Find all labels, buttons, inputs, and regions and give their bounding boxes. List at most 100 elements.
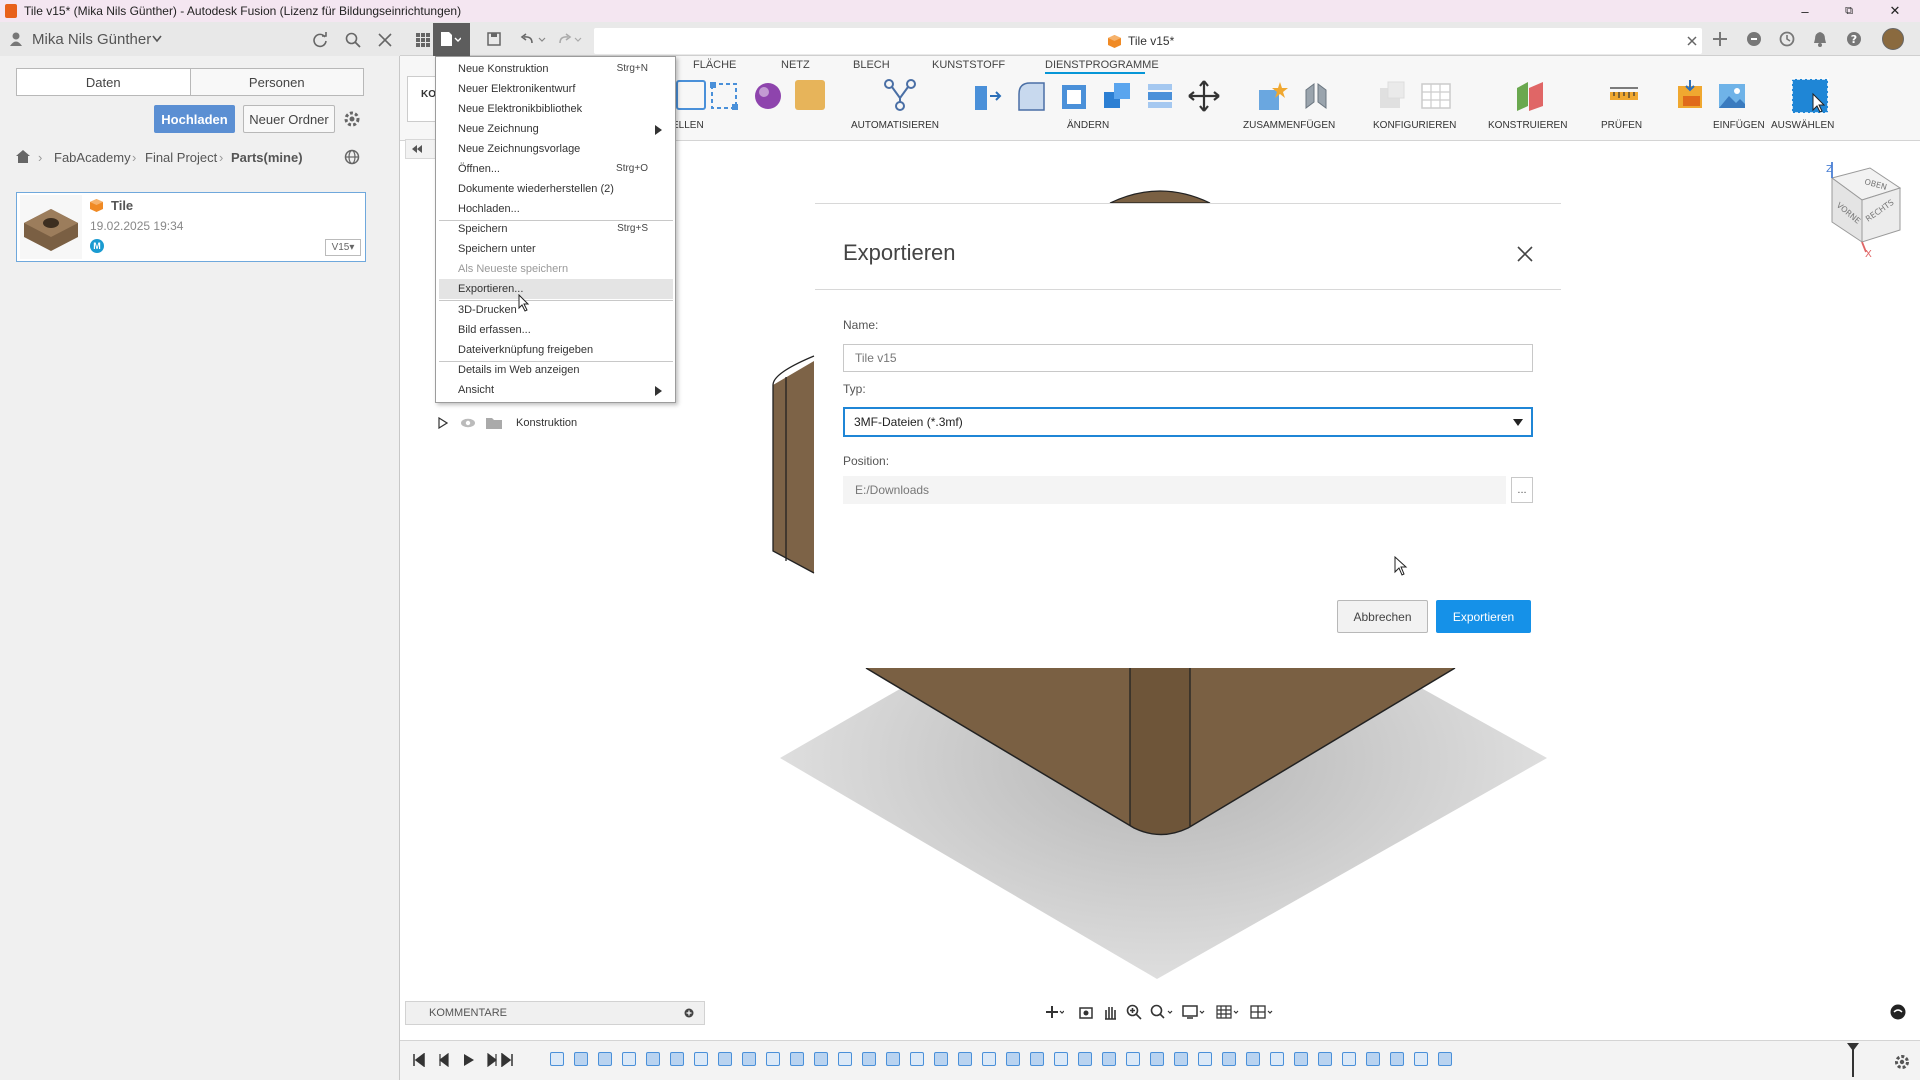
insert-svg-icon[interactable] bbox=[1674, 80, 1706, 112]
gear-icon[interactable] bbox=[343, 110, 361, 128]
version-dropdown[interactable]: V15 ▾ bbox=[325, 239, 361, 256]
user-avatar[interactable] bbox=[1882, 28, 1904, 50]
breadcrumb-final-project[interactable]: Final Project bbox=[145, 150, 217, 165]
cancel-button[interactable]: Abbrechen bbox=[1337, 600, 1428, 633]
viewports-icon[interactable] bbox=[1250, 1004, 1274, 1020]
select-icon[interactable] bbox=[1791, 78, 1829, 114]
timeline-feature-icon[interactable] bbox=[958, 1052, 972, 1066]
zoom-icon[interactable] bbox=[1126, 1004, 1142, 1020]
measure-icon[interactable] bbox=[1609, 86, 1639, 106]
decal-icon[interactable] bbox=[795, 80, 825, 110]
menu-item-export[interactable]: Exportieren... bbox=[439, 279, 673, 299]
timeline-feature-icon[interactable] bbox=[790, 1052, 804, 1066]
automate-icon[interactable] bbox=[883, 78, 917, 112]
extensions-icon[interactable] bbox=[1746, 31, 1762, 47]
timeline-feature-icon[interactable] bbox=[982, 1052, 996, 1066]
timeline-feature-icon[interactable] bbox=[1150, 1052, 1164, 1066]
menu-item-new-electronics-library[interactable]: Neue Elektronikbibliothek bbox=[458, 99, 668, 119]
timeline-feature-icon[interactable] bbox=[1102, 1052, 1116, 1066]
form-icon[interactable] bbox=[752, 80, 784, 112]
expand-arrow-icon[interactable] bbox=[438, 417, 448, 429]
add-comment-icon[interactable] bbox=[684, 1008, 694, 1018]
timeline-feature-icon[interactable] bbox=[766, 1052, 780, 1066]
menu-item-view[interactable]: Ansicht bbox=[458, 380, 668, 400]
press-pull-icon[interactable] bbox=[972, 80, 1002, 112]
offset-face-icon[interactable] bbox=[1145, 80, 1175, 112]
timeline-playback-controls[interactable] bbox=[412, 1053, 516, 1067]
job-status-icon[interactable] bbox=[1779, 31, 1795, 47]
timeline-feature-icon[interactable] bbox=[1270, 1052, 1284, 1066]
group-select-label[interactable]: AUSWÄHLEN bbox=[1771, 120, 1834, 131]
timeline-feature-icon[interactable] bbox=[694, 1052, 708, 1066]
timeline-feature-icon[interactable] bbox=[1054, 1052, 1068, 1066]
timeline-features[interactable] bbox=[550, 1047, 1855, 1075]
create-sketch-icon[interactable] bbox=[676, 80, 706, 110]
view-cube[interactable]: OBEN VORNE RECHTS Z X bbox=[1812, 160, 1912, 260]
menu-item-open[interactable]: Öffnen... Strg+O bbox=[458, 159, 668, 179]
new-folder-button[interactable]: Neuer Ordner bbox=[243, 105, 335, 133]
timeline-feature-icon[interactable] bbox=[1030, 1052, 1044, 1066]
file-name[interactable]: Tile bbox=[111, 198, 133, 213]
name-input[interactable]: Tile v15 bbox=[843, 344, 1533, 372]
home-icon[interactable] bbox=[16, 150, 30, 163]
breadcrumb-fabacademy[interactable]: FabAcademy bbox=[54, 150, 131, 165]
export-button[interactable]: Exportieren bbox=[1436, 600, 1531, 633]
grid-apps-icon[interactable] bbox=[416, 33, 430, 47]
timeline-feature-icon[interactable] bbox=[910, 1052, 924, 1066]
timeline-feature-icon[interactable] bbox=[1222, 1052, 1236, 1066]
menu-item-3d-print[interactable]: 3D-Drucken bbox=[458, 300, 668, 320]
menu-item-save[interactable]: Speichern Strg+S bbox=[458, 219, 668, 239]
group-inspect-label[interactable]: PRÜFEN bbox=[1601, 120, 1642, 131]
timeline-feature-icon[interactable] bbox=[814, 1052, 828, 1066]
group-create-label[interactable]: ELLEN bbox=[672, 120, 704, 131]
tab-dienstprogramme[interactable]: DIENSTPROGRAMME bbox=[1045, 59, 1159, 71]
new-tab-icon[interactable] bbox=[1712, 31, 1728, 47]
shell-icon[interactable] bbox=[1059, 80, 1089, 112]
timeline-feature-icon[interactable] bbox=[1078, 1052, 1092, 1066]
group-assemble-label[interactable]: ZUSAMMENFÜGEN bbox=[1243, 120, 1335, 131]
maximize-button[interactable]: ⧉ bbox=[1826, 0, 1872, 22]
timeline-feature-icon[interactable] bbox=[646, 1052, 660, 1066]
joint-icon[interactable] bbox=[1300, 80, 1332, 112]
notifications-bell-icon[interactable] bbox=[1813, 31, 1827, 47]
menu-item-recover-documents[interactable]: Dokumente wiederherstellen (2) bbox=[458, 179, 668, 199]
timeline-feature-icon[interactable] bbox=[742, 1052, 756, 1066]
tab-netz[interactable]: NETZ bbox=[781, 59, 810, 71]
insert-image-icon[interactable] bbox=[1716, 80, 1748, 112]
timeline-feature-icon[interactable] bbox=[1126, 1052, 1140, 1066]
menu-item-capture-image[interactable]: Bild erfassen... bbox=[458, 320, 668, 340]
visibility-eye-icon[interactable] bbox=[460, 418, 476, 428]
timeline-feature-icon[interactable] bbox=[1390, 1052, 1404, 1066]
configure-icon[interactable] bbox=[1376, 80, 1408, 112]
new-component-icon[interactable] bbox=[1256, 80, 1288, 112]
timeline-feature-icon[interactable] bbox=[1366, 1052, 1380, 1066]
menu-item-share-link[interactable]: Dateiverknüpfung freigeben bbox=[458, 340, 668, 360]
close-tab-icon[interactable] bbox=[1687, 36, 1697, 46]
menu-item-new-electronics-design[interactable]: Neuer Elektronikentwurf bbox=[458, 79, 668, 99]
timeline-feature-icon[interactable] bbox=[1006, 1052, 1020, 1066]
save-icon[interactable] bbox=[487, 32, 501, 46]
file-card-tile[interactable]: Tile 19.02.2025 19:34 M V15 ▾ bbox=[16, 192, 366, 262]
upload-button[interactable]: Hochladen bbox=[154, 105, 235, 133]
timeline-feature-icon[interactable] bbox=[1342, 1052, 1356, 1066]
timeline-feature-icon[interactable] bbox=[670, 1052, 684, 1066]
timeline-feature-icon[interactable] bbox=[1198, 1052, 1212, 1066]
user-name[interactable]: Mika Nils Günther bbox=[32, 31, 151, 48]
refresh-icon[interactable] bbox=[312, 32, 328, 48]
menu-item-save-as[interactable]: Speichern unter bbox=[458, 239, 668, 259]
minimize-button[interactable]: – bbox=[1782, 0, 1828, 22]
look-at-icon[interactable] bbox=[1078, 1004, 1094, 1020]
tab-blech[interactable]: BLECH bbox=[853, 59, 890, 71]
document-tab[interactable]: Tile v15* bbox=[594, 28, 1702, 54]
menu-item-new-drawing[interactable]: Neue Zeichnung bbox=[458, 119, 668, 139]
fit-zoom-icon[interactable] bbox=[1150, 1004, 1174, 1020]
tab-daten[interactable]: Daten bbox=[17, 69, 191, 95]
timeline-feature-icon[interactable] bbox=[934, 1052, 948, 1066]
timeline-feature-icon[interactable] bbox=[886, 1052, 900, 1066]
tab-personen[interactable]: Personen bbox=[191, 69, 364, 95]
menu-item-new-design[interactable]: Neue Konstruktion Strg+N bbox=[458, 59, 668, 79]
orbit-icon[interactable] bbox=[1044, 1004, 1064, 1020]
group-modify-label[interactable]: ÄNDERN bbox=[1067, 120, 1109, 131]
close-dialog-icon[interactable] bbox=[1517, 246, 1533, 262]
move-icon[interactable] bbox=[1188, 80, 1220, 112]
